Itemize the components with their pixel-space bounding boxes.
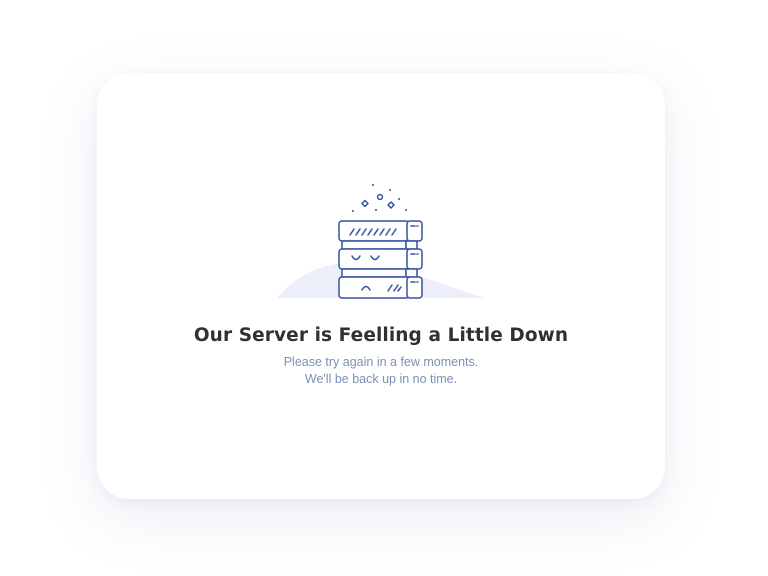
error-message-line-2: We'll be back up in no time. [304, 372, 458, 386]
server-unit-middle [338, 248, 423, 270]
sparkles [352, 184, 407, 212]
error-title: Our Server is Feelling a Little Down [193, 325, 569, 346]
server-stack-sad-icon [277, 184, 485, 299]
error-message: Please try again in a few moments. We'll… [97, 354, 665, 388]
error-message-line-1: Please try again in a few moments. [283, 355, 479, 369]
server-unit-top [338, 220, 423, 242]
server-illustration [277, 183, 487, 301]
error-card: Our Server is Feelling a Little Down Ple… [97, 73, 665, 499]
server-unit-bottom [338, 276, 423, 299]
